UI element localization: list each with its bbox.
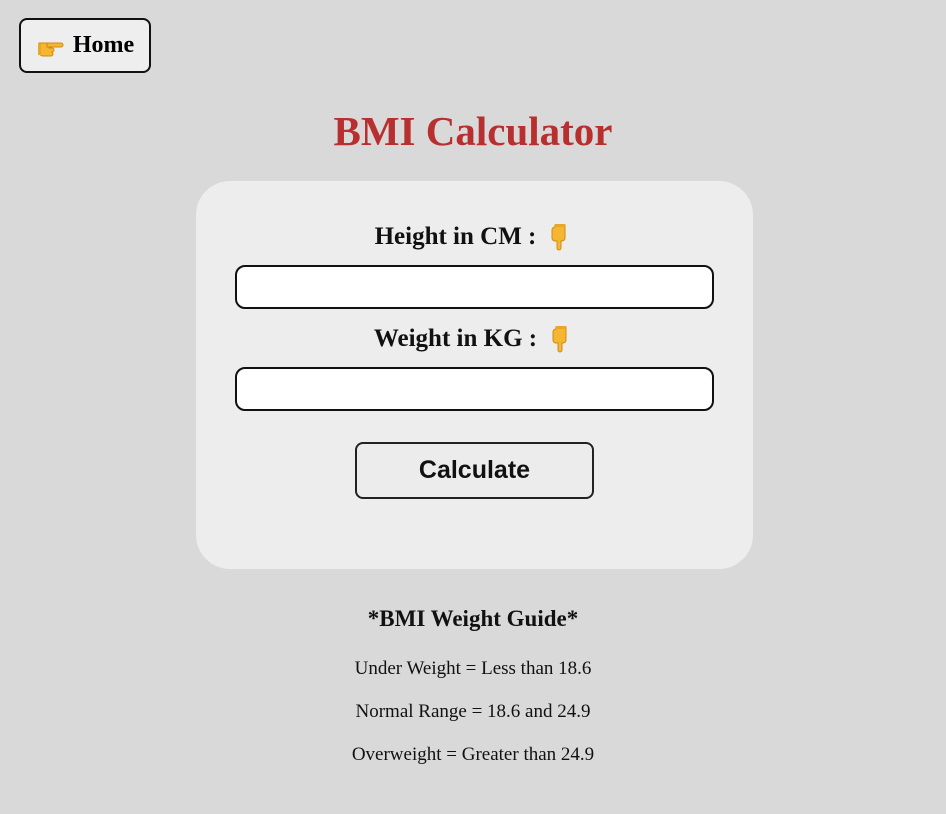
home-button[interactable]: Home [19, 18, 151, 73]
page-title: BMI Calculator [333, 108, 613, 154]
pointing-right-hand-icon [37, 42, 64, 56]
home-button-label: Home [72, 32, 135, 58]
height-label-text: Height in CM : [374, 223, 537, 250]
height-label: Height in CM : [196, 221, 753, 253]
guide-title: *BMI Weight Guide* [367, 606, 579, 631]
pointing-down-hand-icon [551, 224, 566, 251]
guide-line-overweight: Overweight = Greater than 24.9 [351, 744, 595, 765]
weight-label-text: Weight in KG : [373, 325, 538, 352]
pointing-down-hand-icon [552, 326, 567, 353]
weight-label: Weight in KG : [196, 323, 753, 355]
bmi-form-card: Height in CM : Weight in KG : Calculate [196, 181, 753, 569]
height-input[interactable] [235, 265, 714, 309]
guide-line-underweight: Under Weight = Less than 18.6 [354, 658, 592, 679]
weight-input[interactable] [235, 367, 714, 411]
guide-line-normal: Normal Range = 18.6 and 24.9 [355, 701, 591, 722]
calculate-button[interactable]: Calculate [355, 442, 594, 499]
